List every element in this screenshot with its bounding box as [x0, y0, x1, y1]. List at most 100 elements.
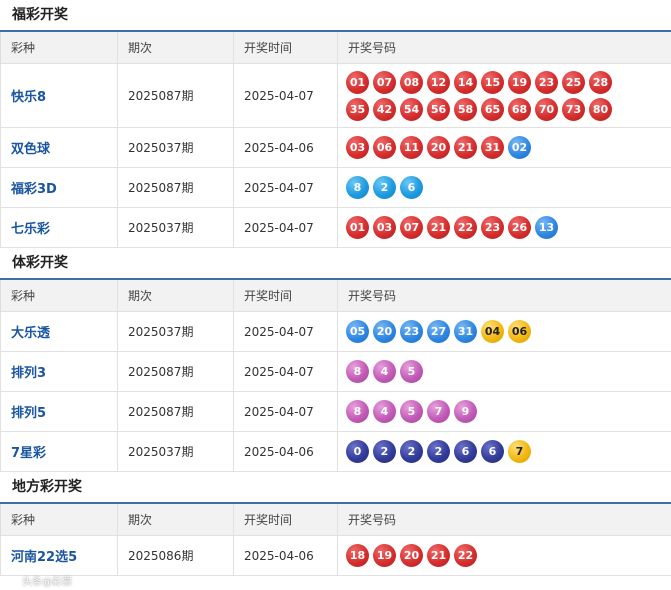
numbers-cell: 01 07 08 12 14 15 19 23 25 28 35 42 54 56 58 65 68 70 73 80 — [337, 63, 671, 128]
number-ball: 20 — [400, 544, 423, 567]
number-ball: 22 — [454, 216, 477, 239]
numbers-cell: 845 — [337, 351, 671, 392]
lottery-name-link[interactable]: 排列3 — [0, 351, 118, 392]
number-ball: 28 — [589, 70, 612, 94]
number-ball: 22 — [454, 544, 477, 567]
column-header: 期次 — [117, 503, 234, 536]
number-ball: 06 — [373, 136, 396, 159]
number-ball: 27 — [427, 320, 450, 343]
period-cell: 2025086期 — [117, 535, 234, 576]
numbers-cell: 18 19 20 21 22 — [337, 535, 671, 576]
number-ball: 23 — [481, 216, 504, 239]
period-cell: 2025087期 — [117, 391, 234, 432]
number-ball: 26 — [508, 216, 531, 239]
number-ball: 23 — [400, 320, 423, 343]
lottery-name-link[interactable]: 河南22选5 — [0, 535, 118, 576]
lottery-name-link[interactable]: 大乐透 — [0, 311, 118, 352]
lottery-name-link[interactable]: 七乐彩 — [0, 207, 118, 248]
numbers-cell: 03 06 11 20 21 31 02 — [337, 127, 671, 168]
number-ball: 4 — [373, 360, 396, 383]
lottery-name-link[interactable]: 7星彩 — [0, 431, 118, 472]
numbers-cell: 05 20 23 27 31 04 06 — [337, 311, 671, 352]
number-ball: 11 — [400, 136, 423, 159]
number-ball: 54 — [400, 97, 423, 121]
number-ball: 19 — [373, 544, 396, 567]
number-ball: 5 — [400, 360, 423, 383]
results-table: 彩种 期次 开奖时间 开奖号码 快乐8 2025087期 2025-04-07 01 07 08 1… — [0, 30, 671, 248]
section-title: 地方彩开奖 — [0, 472, 671, 502]
number-ball: 03 — [346, 136, 369, 159]
column-header: 彩种 — [0, 279, 118, 312]
table-row: 7星彩 2025037期 2025-04-06 0 2 2 2 6 6 7 — [0, 431, 671, 472]
column-header: 开奖号码 — [337, 503, 671, 536]
number-ball: 42 — [373, 97, 396, 121]
number-ball: 07 — [373, 70, 396, 94]
table-row: 排列3 2025087期 2025-04-07 8 4 5 — [0, 351, 671, 392]
numbers-cell: 84579 — [337, 391, 671, 432]
period-cell: 2025037期 — [117, 207, 234, 248]
lottery-name-link[interactable]: 快乐8 — [0, 63, 118, 128]
table-header-row: 彩种 期次 开奖时间 开奖号码 — [0, 31, 671, 64]
number-ball: 2 — [373, 440, 396, 463]
number-ball: 14 — [454, 70, 477, 94]
period-cell: 2025087期 — [117, 167, 234, 208]
table-header-row: 彩种 期次 开奖时间 开奖号码 — [0, 279, 671, 312]
table-row: 排列5 2025087期 2025-04-07 8 4 5 7 9 — [0, 391, 671, 432]
column-header: 期次 — [117, 31, 234, 64]
number-ball: 56 — [427, 97, 450, 121]
number-ball: 7 — [508, 440, 531, 463]
date-cell: 2025-04-06 — [233, 535, 338, 576]
section-title: 体彩开奖 — [0, 248, 671, 278]
number-ball: 01 — [346, 70, 369, 94]
column-header: 开奖时间 — [233, 503, 338, 536]
number-ball: 31 — [454, 320, 477, 343]
table-row: 双色球 2025037期 2025-04-06 03 06 11 20 21 31 02 — [0, 127, 671, 168]
number-ball: 08 — [400, 70, 423, 94]
table-row: 河南22选5 2025086期 2025-04-06 18 19 20 21 22 — [0, 535, 671, 576]
number-ball: 70 — [535, 97, 558, 121]
number-ball: 2 — [373, 176, 396, 199]
column-header: 彩种 — [0, 31, 118, 64]
number-ball: 2 — [427, 440, 450, 463]
column-header: 彩种 — [0, 503, 118, 536]
number-ball: 23 — [535, 70, 558, 94]
column-header: 开奖号码 — [337, 279, 671, 312]
period-cell: 2025087期 — [117, 351, 234, 392]
table-header-row: 彩种 期次 开奖时间 开奖号码 — [0, 503, 671, 536]
number-ball: 06 — [508, 320, 531, 343]
period-cell: 2025037期 — [117, 311, 234, 352]
lottery-name-link[interactable]: 双色球 — [0, 127, 118, 168]
number-ball: 4 — [373, 400, 396, 423]
number-ball: 8 — [346, 360, 369, 383]
results-table: 彩种 期次 开奖时间 开奖号码 河南22选5 2025086期 2025-04-06 18 19… — [0, 502, 671, 576]
number-ball: 0 — [346, 440, 369, 463]
number-ball: 12 — [427, 70, 450, 94]
period-cell: 2025037期 — [117, 127, 234, 168]
number-ball: 02 — [508, 136, 531, 159]
number-ball: 03 — [373, 216, 396, 239]
number-ball: 7 — [427, 400, 450, 423]
date-cell: 2025-04-07 — [233, 351, 338, 392]
results-table: 彩种 期次 开奖时间 开奖号码 大乐透 2025037期 2025-04-07 05 20 23 2… — [0, 278, 671, 472]
date-cell: 2025-04-06 — [233, 127, 338, 168]
lottery-name-link[interactable]: 排列5 — [0, 391, 118, 432]
column-header: 开奖时间 — [233, 279, 338, 312]
number-ball: 18 — [346, 544, 369, 567]
table-row: 七乐彩 2025037期 2025-04-07 01 03 07 21 22 23 26 13 — [0, 207, 671, 248]
number-ball: 04 — [481, 320, 504, 343]
number-ball: 6 — [481, 440, 504, 463]
number-ball: 21 — [427, 544, 450, 567]
lottery-name-link[interactable]: 福彩3D — [0, 167, 118, 208]
number-ball: 9 — [454, 400, 477, 423]
number-ball: 13 — [535, 216, 558, 239]
number-ball: 20 — [427, 136, 450, 159]
number-ball: 6 — [454, 440, 477, 463]
table-row: 福彩3D 2025087期 2025-04-07 8 2 6 — [0, 167, 671, 208]
column-header: 开奖号码 — [337, 31, 671, 64]
number-ball: 8 — [346, 176, 369, 199]
number-ball: 15 — [481, 70, 504, 94]
numbers-cell: 826 — [337, 167, 671, 208]
period-cell: 2025087期 — [117, 63, 234, 128]
number-ball: 58 — [454, 97, 477, 121]
number-ball: 07 — [400, 216, 423, 239]
